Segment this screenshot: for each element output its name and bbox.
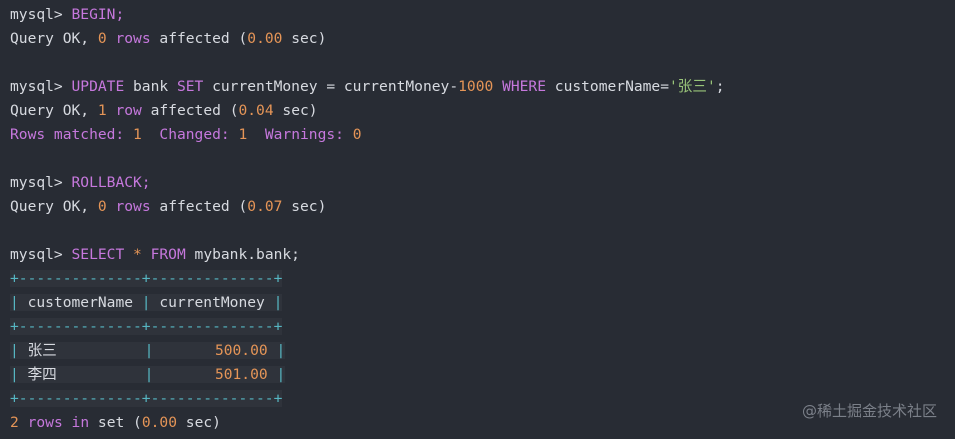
rollback-keyword: ROLLBACK; — [71, 174, 151, 191]
table-header-row: | customerName | currentMoney | — [10, 294, 283, 311]
command-line-begin: mysql> BEGIN; — [10, 3, 955, 27]
cell-customer-name: 张三 — [27, 342, 57, 359]
command-line-rollback: mysql> ROLLBACK; — [10, 174, 151, 191]
terminal-output: mysql> BEGIN; Query OK, 0 rows affected … — [10, 3, 955, 435]
table-border-mid: +--------------+--------------+ — [10, 318, 283, 335]
table-row: | 张三 | 500.00 | — [10, 342, 286, 359]
result-line-begin: Query OK, 0 rows affected (0.00 sec) — [10, 30, 327, 47]
cell-customer-name: 李四 — [27, 366, 57, 383]
header-customer-name: customerName — [27, 294, 134, 311]
cell-current-money: 501.00 — [214, 366, 268, 383]
table-border-top: +--------------+--------------+ — [10, 270, 283, 287]
result-table: +--------------+--------------+ | custom… — [10, 267, 955, 411]
mysql-prompt: mysql> — [10, 6, 63, 23]
cell-current-money: 500.00 — [214, 342, 268, 359]
watermark-text: @稀土掘金技术社区 — [801, 402, 937, 420]
command-line-select: mysql> SELECT * FROM mybank.bank; — [10, 246, 300, 263]
result-line-rollback: Query OK, 0 rows affected (0.07 sec) — [10, 198, 327, 215]
result-line-update: Query OK, 1 row affected (0.04 sec) — [10, 102, 318, 119]
command-line-update: mysql> UPDATE bank SET currentMoney = cu… — [10, 78, 725, 95]
begin-keyword: BEGIN; — [71, 6, 125, 23]
table-row: | 李四 | 501.00 | — [10, 366, 286, 383]
header-current-money: currentMoney — [159, 294, 265, 311]
rows-matched-line: Rows matched: 1 Changed: 1 Warnings: 0 — [10, 126, 362, 143]
